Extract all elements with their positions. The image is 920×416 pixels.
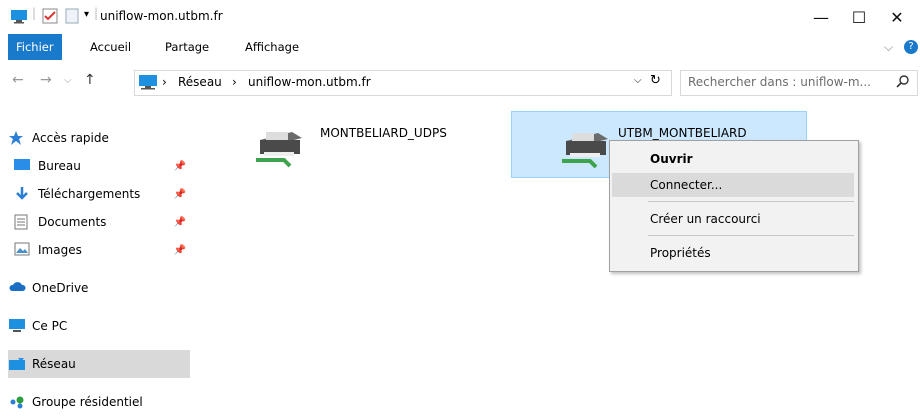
close-button[interactable]: ✕ <box>874 0 920 34</box>
pc-icon <box>8 318 26 334</box>
sidebar-item-telechargements[interactable]: Téléchargements 📌 <box>14 182 190 206</box>
forward-icon[interactable]: → <box>40 72 52 88</box>
sidebar-item-label: Téléchargements <box>38 187 141 201</box>
network-icon <box>8 356 26 372</box>
pin-icon[interactable]: 📌 <box>174 245 186 256</box>
breadcrumb-reseau[interactable]: Réseau <box>178 75 222 89</box>
title-separator: | <box>32 6 37 20</box>
breadcrumb-separator-icon[interactable]: › <box>162 75 167 89</box>
breadcrumb-separator-icon[interactable]: › <box>232 75 237 89</box>
tab-affichage[interactable]: Affichage <box>235 34 309 60</box>
sidebar-item-bureau[interactable]: Bureau 📌 <box>14 154 190 178</box>
refresh-icon[interactable]: ↻ <box>650 73 661 88</box>
title-separator: | <box>94 6 99 20</box>
properties-quick-icon[interactable] <box>42 8 58 27</box>
network-computer-icon <box>138 74 158 93</box>
expand-ribbon-icon[interactable]: ⌵ <box>884 40 893 55</box>
sidebar-item-documents[interactable]: Documents 📌 <box>14 210 190 234</box>
search-icon[interactable] <box>896 74 910 91</box>
pin-icon[interactable]: 📌 <box>174 189 186 200</box>
sidebar-item-label: Bureau <box>38 159 81 173</box>
item-label: MONTBELIARD_UDPS <box>320 126 447 140</box>
desktop-icon <box>14 158 32 174</box>
printer-icon <box>254 122 306 171</box>
sidebar-item-label: Images <box>38 243 82 257</box>
sidebar-item-label: OneDrive <box>32 281 89 295</box>
download-icon <box>14 186 32 202</box>
sidebar-item-label: Réseau <box>32 357 76 371</box>
sidebar-item-reseau[interactable]: Réseau <box>8 350 190 378</box>
menu-separator <box>648 201 854 202</box>
pin-icon[interactable]: 📌 <box>174 161 186 172</box>
images-icon <box>14 242 32 258</box>
tab-partage[interactable]: Partage <box>155 34 219 60</box>
item-label: UTBM_MONTBELIARD <box>618 126 747 140</box>
context-menu: Ouvrir Connecter... Créer un raccourci P… <box>609 140 859 272</box>
tab-fichier[interactable]: Fichier <box>8 34 62 60</box>
quick-access-dropdown-icon[interactable]: ▾ <box>84 9 89 20</box>
network-printer-item[interactable]: MONTBELIARD_UDPS <box>246 118 486 176</box>
sidebar-item-onedrive[interactable]: OneDrive <box>8 276 190 300</box>
sidebar-item-label: Accès rapide <box>32 131 109 145</box>
printer-icon <box>560 123 612 172</box>
menu-item-creer-raccourci[interactable]: Créer un raccourci <box>612 207 854 231</box>
window-title: uniflow-mon.utbm.fr <box>100 9 223 23</box>
homegroup-icon <box>8 394 26 410</box>
computer-icon <box>10 8 28 27</box>
back-icon[interactable]: ← <box>12 72 24 88</box>
breadcrumb-host[interactable]: uniflow-mon.utbm.fr <box>248 75 371 89</box>
new-folder-quick-icon[interactable] <box>64 8 80 27</box>
sidebar-item-ce-pc[interactable]: Ce PC <box>8 314 190 338</box>
address-dropdown-icon[interactable]: ⌵ <box>634 75 642 86</box>
up-icon[interactable]: ↑ <box>84 72 96 88</box>
menu-item-ouvrir[interactable]: Ouvrir <box>612 147 854 171</box>
menu-item-proprietes[interactable]: Propriétés <box>612 241 854 265</box>
pin-icon[interactable]: 📌 <box>174 217 186 228</box>
sidebar-item-label: Documents <box>38 215 107 229</box>
sidebar-item-label: Groupe résidentiel <box>32 395 143 409</box>
sidebar-item-acces-rapide[interactable]: Accès rapide <box>8 126 190 150</box>
sidebar-item-label: Ce PC <box>32 319 68 333</box>
documents-icon <box>14 214 32 230</box>
sidebar-item-groupe-residentiel[interactable]: Groupe résidentiel <box>8 390 190 414</box>
star-icon <box>8 130 26 146</box>
help-icon[interactable]: ? <box>904 40 918 54</box>
sidebar-item-images[interactable]: Images 📌 <box>14 238 190 262</box>
search-placeholder: Rechercher dans : uniflow-m... <box>688 75 871 89</box>
recent-locations-icon[interactable]: ⌵ <box>64 75 72 86</box>
menu-item-connecter[interactable]: Connecter... <box>612 173 854 197</box>
menu-separator <box>648 235 854 236</box>
cloud-icon <box>8 280 26 296</box>
tab-accueil[interactable]: Accueil <box>80 34 141 60</box>
